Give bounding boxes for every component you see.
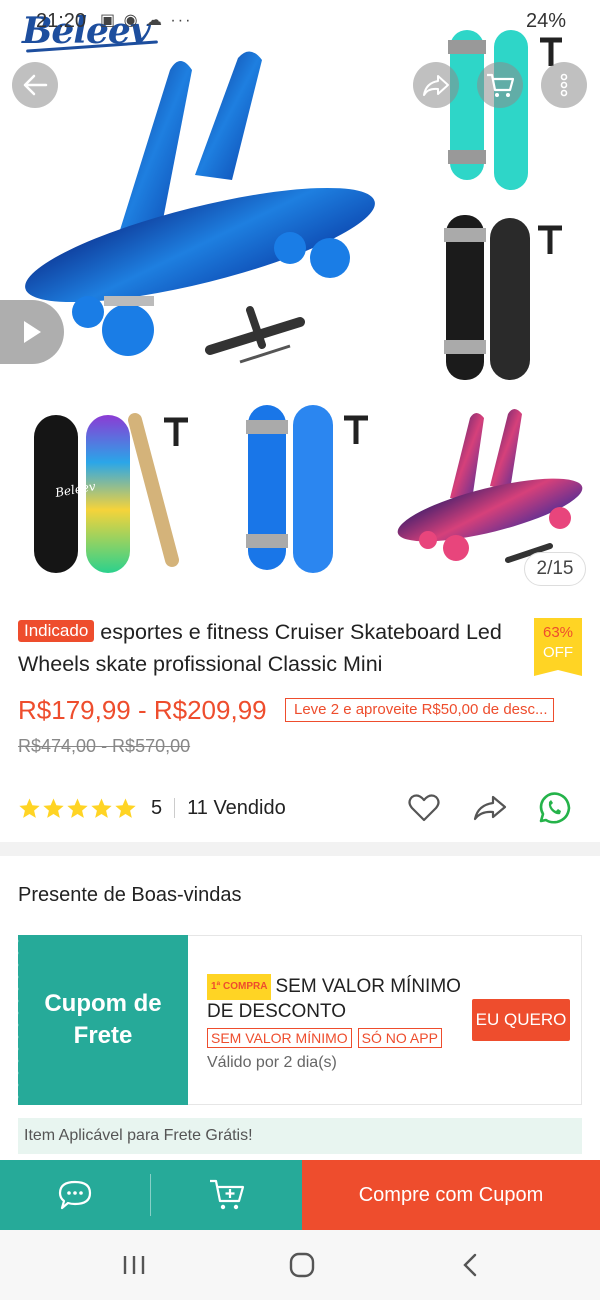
cart-icon [487, 73, 514, 97]
claim-coupon-button[interactable]: EU QUERO [472, 999, 570, 1041]
home-button[interactable] [282, 1250, 322, 1280]
section-divider [0, 842, 600, 856]
product-image-gallery[interactable]: Beleev 21:20 ▣ ◉ ☁ ··· 24% Beleev 2/15 [0, 0, 600, 600]
star-icon [19, 797, 40, 818]
system-back-button[interactable] [450, 1250, 490, 1280]
heart-icon [408, 794, 440, 822]
recent-apps-icon [123, 1256, 145, 1274]
coupon-label: Cupom de Frete [14, 935, 188, 1105]
cart-button[interactable] [477, 62, 523, 108]
divider [150, 1160, 151, 1230]
favorite-button[interactable] [406, 790, 442, 826]
image-counter: 2/15 [524, 552, 586, 586]
chevron-left-icon [463, 1253, 477, 1277]
notification-icons: ▣ ◉ ☁ ··· [100, 12, 193, 29]
share-button[interactable] [413, 62, 459, 108]
shipping-coupon-card[interactable]: Cupom de Frete 1ª COMPRA SEM VALOR MÍNIMO… [14, 935, 582, 1105]
rating-row[interactable]: 5 11 Vendido [18, 794, 286, 822]
coupon-description: 1ª COMPRA SEM VALOR MÍNIMO DE DESCONTO [207, 974, 477, 1024]
rating-stars [18, 797, 137, 820]
coupon-tags: SEM VALOR MÍNIMO SÓ NO APP [207, 1028, 477, 1048]
system-navigation-bar [0, 1230, 600, 1300]
more-vertical-icon [560, 73, 568, 97]
discount-tag: 63% OFF [534, 618, 582, 676]
more-options-button[interactable] [541, 62, 587, 108]
free-shipping-note: Item Aplicável para Frete Grátis! [18, 1118, 582, 1154]
pink-skateboard-thumbnail [397, 409, 583, 563]
bottom-action-bar: Compre com Cupom [0, 1160, 600, 1230]
add-to-cart-button[interactable] [151, 1160, 302, 1230]
main-skateboard-image [25, 51, 375, 364]
coupon-details: 1ª COMPRA SEM VALOR MÍNIMO DE DESCONTO SE… [207, 974, 477, 1072]
original-price-range: R$474,00 - R$570,00 [18, 736, 191, 756]
product-title-block: Indicado esportes e fitness Cruiser Skate… [18, 616, 518, 680]
recommended-badge: Indicado [18, 620, 95, 642]
welcome-gift-title: Presente de Boas-vindas [18, 884, 242, 906]
teal-skateboard-thumbnail [448, 30, 562, 190]
star-icon [43, 797, 64, 818]
play-video-button[interactable] [0, 300, 64, 364]
status-bar: 21:20 ▣ ◉ ☁ ··· 24% [0, 6, 600, 36]
play-icon [24, 321, 41, 343]
chat-icon [58, 1180, 92, 1210]
sold-count: 11 Vendido [187, 796, 286, 819]
discount-off-label: OFF [543, 644, 573, 661]
discount-percent: 63% [542, 624, 574, 641]
star-icon [115, 797, 136, 818]
rainbow-skateboard-thumbnail: Beleev [34, 413, 188, 573]
star-icon [67, 797, 88, 818]
add-to-cart-icon [209, 1179, 244, 1210]
share-product-button[interactable] [472, 790, 508, 826]
back-button[interactable] [12, 62, 58, 108]
blue-skateboard-thumbnail [246, 405, 368, 573]
star-icon [91, 797, 112, 818]
arrow-left-icon [23, 74, 48, 96]
share-icon [473, 795, 507, 821]
first-purchase-tag: 1ª COMPRA [207, 974, 272, 1000]
whatsapp-share-button[interactable] [536, 790, 572, 826]
status-time: 21:20 [36, 10, 87, 32]
battery-level: 24% [525, 10, 566, 32]
coupon-tag: SÓ NO APP [357, 1028, 442, 1048]
home-icon [289, 1252, 315, 1278]
coupon-validity: Válido por 2 dia(s) [207, 1054, 337, 1071]
share-icon [423, 75, 449, 96]
bundle-promo-tag[interactable]: Leve 2 e aproveite R$50,00 de desc... [285, 698, 554, 722]
price-range: R$179,99 - R$209,99 [18, 695, 267, 725]
rating-value: 5 [151, 796, 163, 819]
coupon-tag: SEM VALOR MÍNIMO [207, 1028, 352, 1048]
buy-with-coupon-button[interactable]: Compre com Cupom [302, 1160, 600, 1230]
divider [174, 798, 176, 818]
whatsapp-icon [539, 792, 571, 824]
black-skateboard-thumbnail [444, 215, 562, 380]
recent-apps-button[interactable] [114, 1250, 154, 1280]
chat-button[interactable] [0, 1160, 150, 1230]
